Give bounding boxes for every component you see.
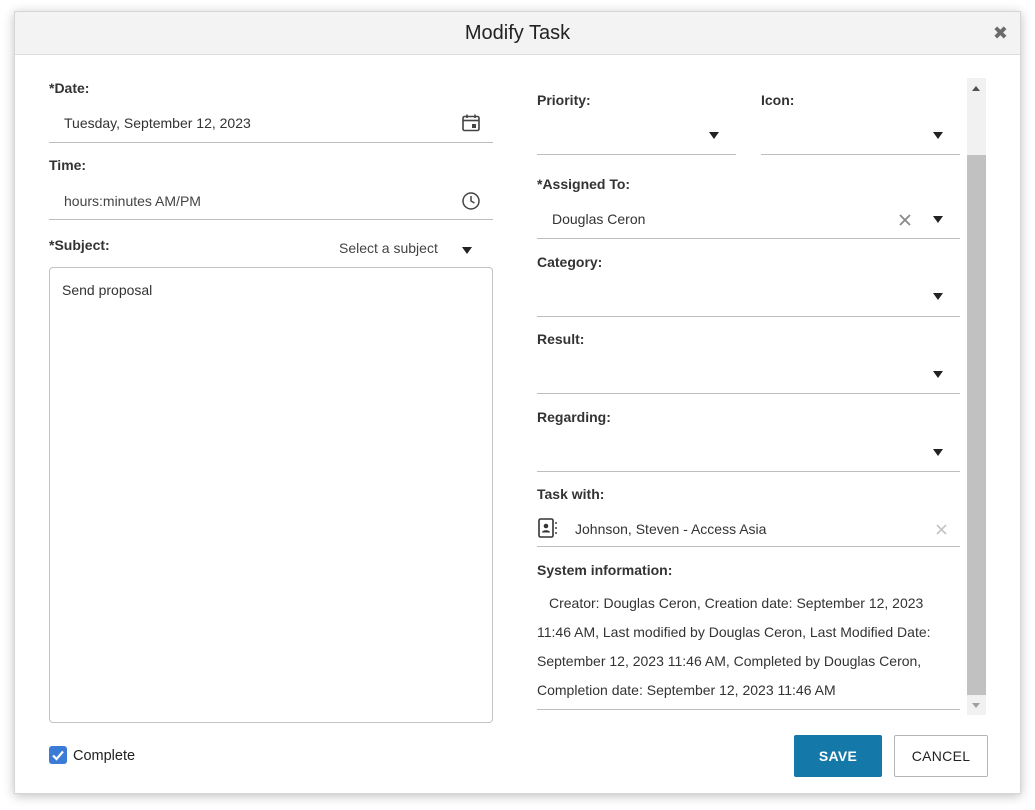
chevron-down-icon[interactable] xyxy=(933,132,943,139)
regarding-label: Regarding: xyxy=(537,409,611,425)
date-underline xyxy=(49,142,493,143)
assigned-to-label: *Assigned To: xyxy=(537,176,631,192)
cancel-button[interactable]: CANCEL xyxy=(894,735,988,777)
clear-icon[interactable] xyxy=(935,523,948,536)
scrollbar-thumb[interactable] xyxy=(967,155,986,695)
category-underline xyxy=(537,316,960,317)
system-information-label: System information: xyxy=(537,562,673,578)
priority-label: Priority: xyxy=(537,92,591,108)
scroll-up-icon[interactable] xyxy=(972,86,980,91)
time-label: Time: xyxy=(49,157,87,173)
subject-textarea[interactable]: Send proposal xyxy=(49,267,493,723)
icon-underline xyxy=(761,154,960,155)
date-value[interactable]: Tuesday, September 12, 2023 xyxy=(64,115,251,131)
task-with-underline xyxy=(537,546,960,547)
clear-icon[interactable] xyxy=(898,213,912,227)
result-underline xyxy=(537,393,960,394)
priority-underline xyxy=(537,154,736,155)
chevron-down-icon[interactable] xyxy=(933,449,943,456)
complete-checkbox[interactable] xyxy=(49,746,67,764)
scroll-down-icon[interactable] xyxy=(972,703,980,708)
dialog-titlebar: Modify Task ✖ xyxy=(15,12,1020,55)
chevron-down-icon[interactable] xyxy=(709,132,719,139)
assigned-to-value[interactable]: Douglas Ceron xyxy=(552,211,645,227)
task-with-label: Task with: xyxy=(537,486,605,502)
icon-label: Icon: xyxy=(761,92,795,108)
close-icon[interactable]: ✖ xyxy=(993,24,1008,42)
calendar-icon[interactable] xyxy=(461,113,481,133)
system-information-text: Creator: Douglas Ceron, Creation date: S… xyxy=(537,595,931,698)
clock-icon[interactable] xyxy=(461,191,481,211)
time-placeholder[interactable]: hours:minutes AM/PM xyxy=(64,193,201,209)
regarding-underline xyxy=(537,471,960,472)
complete-label[interactable]: Complete xyxy=(73,748,135,764)
checkmark-icon xyxy=(52,750,64,761)
save-button[interactable]: SAVE xyxy=(794,735,882,777)
time-underline xyxy=(49,219,493,220)
subject-select[interactable]: Select a subject xyxy=(339,240,438,256)
result-label: Result: xyxy=(537,331,585,347)
chevron-down-icon[interactable] xyxy=(933,293,943,300)
system-information-underline xyxy=(537,709,960,710)
chevron-down-icon[interactable] xyxy=(933,216,943,223)
task-with-value[interactable]: Johnson, Steven - Access Asia xyxy=(575,521,766,537)
assigned-to-underline xyxy=(537,238,960,239)
modify-task-dialog: Modify Task ✖ *Date: Tuesday, September … xyxy=(14,11,1021,794)
chevron-down-icon[interactable] xyxy=(462,247,472,254)
dialog-title: Modify Task xyxy=(464,22,571,44)
subject-label: *Subject: xyxy=(49,237,110,253)
contact-card-icon[interactable] xyxy=(537,517,559,539)
date-label: *Date: xyxy=(49,80,90,96)
category-label: Category: xyxy=(537,254,603,270)
chevron-down-icon[interactable] xyxy=(933,371,943,378)
